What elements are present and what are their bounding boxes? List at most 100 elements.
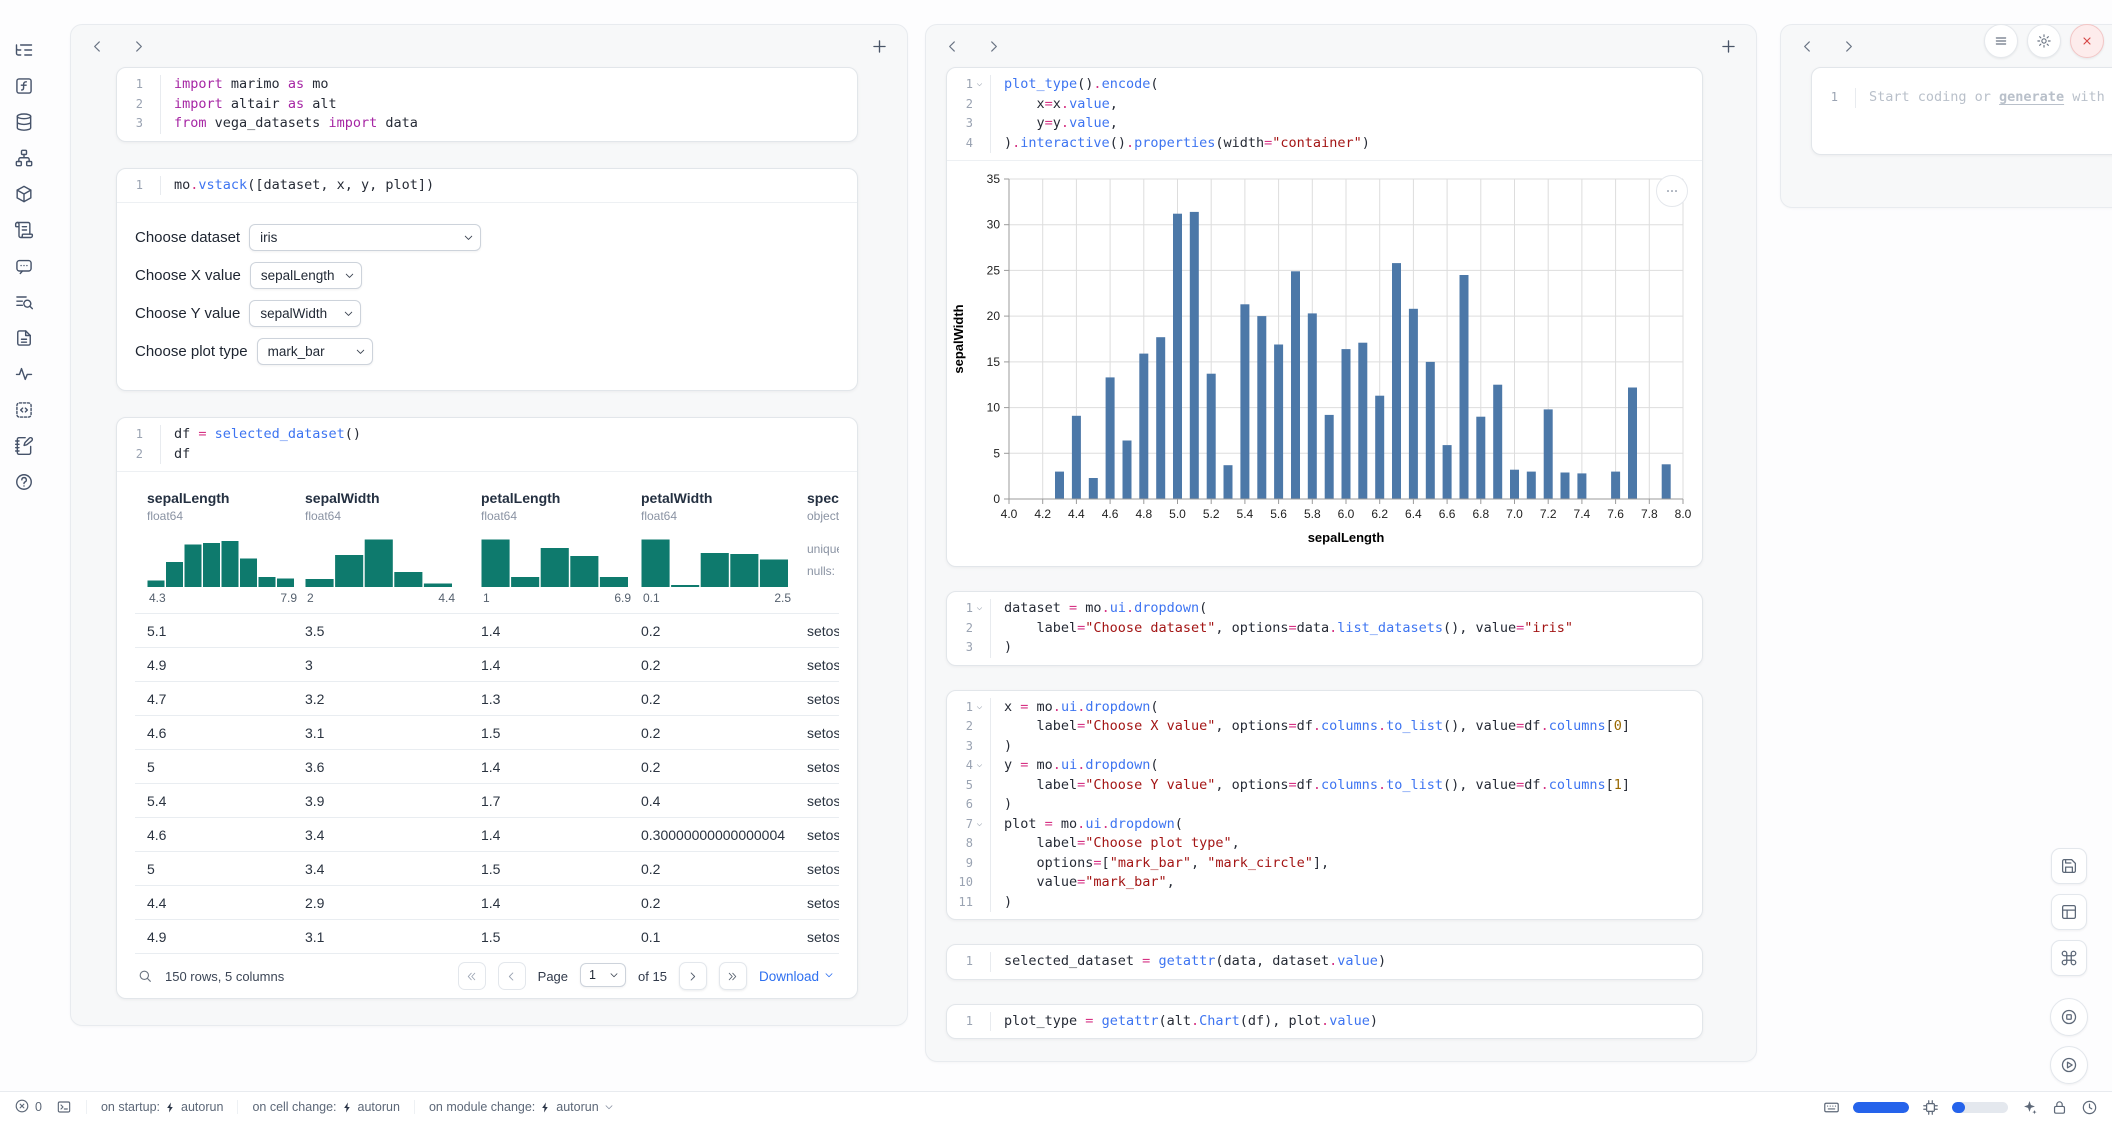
- sparkles-icon[interactable]: [2021, 1099, 2038, 1116]
- code-editor[interactable]: 1mo.vstack([dataset, x, y, plot]): [117, 169, 857, 203]
- chip-icon[interactable]: [1922, 1099, 1939, 1116]
- statusbar-left: 0 on startup:autorun on cell change:autoru…: [14, 1098, 615, 1117]
- keyboard-icon[interactable]: [1823, 1099, 1840, 1116]
- menu-button[interactable]: [1984, 24, 2018, 58]
- chart-options-button[interactable]: [1656, 175, 1688, 207]
- code-editor[interactable]: 1import marimo as mo2import altair as al…: [117, 68, 857, 141]
- page-label: Page: [538, 969, 568, 984]
- fold-toggle-icon[interactable]: [975, 80, 985, 90]
- scroll-left-icon[interactable]: [944, 38, 961, 55]
- code-token: ): [1004, 135, 1012, 151]
- choose-plot-type-select[interactable]: mark_bar: [257, 338, 373, 365]
- generate-with-ai-link[interactable]: generate: [1999, 89, 2064, 105]
- code-cell-plot[interactable]: 1plot_type().encode(2 x=x.value,3 y=y.va…: [946, 67, 1703, 567]
- svg-text:5.2: 5.2: [1203, 507, 1220, 521]
- scroll-text-icon[interactable]: [14, 220, 34, 240]
- function-square-icon[interactable]: [14, 76, 34, 96]
- shortcuts-button[interactable]: [2051, 940, 2087, 976]
- add-cell-button[interactable]: [870, 37, 889, 56]
- code-cell-df[interactable]: 1df = selected_dataset()2df sepalLengthfl…: [116, 417, 858, 999]
- next-page-button[interactable]: [679, 962, 707, 990]
- control-row: Choose datasetiris: [135, 224, 839, 251]
- terminal-icon[interactable]: [56, 1099, 72, 1115]
- clock-icon[interactable]: [2081, 1099, 2098, 1116]
- scratchpad-icon[interactable]: [14, 436, 34, 456]
- code-editor[interactable]: 1plot_type = getattr(alt.Chart(df), plot…: [947, 1005, 1702, 1039]
- fold-toggle-icon[interactable]: [975, 604, 985, 614]
- new-cell-editor[interactable]: 1Start coding or generate with AI.: [1811, 67, 2112, 155]
- table-row[interactable]: 5.13.51.40.2setosa: [135, 613, 839, 647]
- table-column-header[interactable]: speciesobjectunique:nulls:: [807, 490, 839, 605]
- code-cell-selected[interactable]: 1selected_dataset = getattr(data, datase…: [946, 944, 1703, 980]
- scroll-right-icon[interactable]: [1840, 38, 1857, 55]
- table-row[interactable]: 4.63.11.50.2setosa: [135, 715, 839, 749]
- runtime-config-segment[interactable]: on cell change:autorun: [237, 1100, 400, 1114]
- code-editor[interactable]: 1selected_dataset = getattr(data, datase…: [947, 945, 1702, 979]
- page-number-select[interactable]: 1: [580, 963, 626, 987]
- table-row[interactable]: 4.42.91.40.2setosa: [135, 885, 839, 919]
- code-line: 7plot = mo.ui.dropdown(: [947, 815, 1702, 835]
- table-column-header[interactable]: petalLengthfloat6416.9: [481, 490, 641, 605]
- code-editor[interactable]: 1df = selected_dataset()2df: [117, 418, 857, 471]
- table-row[interactable]: 4.93.11.50.1setosa: [135, 919, 839, 953]
- errors-indicator[interactable]: 0: [14, 1098, 42, 1117]
- code-block-icon[interactable]: [14, 400, 34, 420]
- scroll-left-icon[interactable]: [89, 38, 106, 55]
- fold-toggle-icon[interactable]: [975, 761, 985, 771]
- code-editor[interactable]: 1x = mo.ui.dropdown(2 label="Choose X va…: [947, 691, 1702, 920]
- code-cell-dataset[interactable]: 1dataset = mo.ui.dropdown(2 label="Choos…: [946, 591, 1703, 666]
- download-button[interactable]: Download: [759, 969, 835, 984]
- layout-button[interactable]: [2051, 894, 2087, 930]
- scroll-right-icon[interactable]: [130, 38, 147, 55]
- table-column-header[interactable]: petalWidthfloat640.12.5: [641, 490, 807, 605]
- table-cell: setosa: [807, 827, 839, 843]
- code-editor[interactable]: 1dataset = mo.ui.dropdown(2 label="Choos…: [947, 592, 1702, 665]
- run-all-button[interactable]: [2050, 1046, 2088, 1084]
- last-page-button[interactable]: [719, 962, 747, 990]
- line-number: 3: [117, 114, 161, 134]
- code-editor[interactable]: 1Start coding or generate with AI.: [1812, 68, 2112, 154]
- code-cell-vstack[interactable]: 1mo.vstack([dataset, x, y, plot]) Choose …: [116, 168, 858, 392]
- code-cell-xyplot[interactable]: 1x = mo.ui.dropdown(2 label="Choose X va…: [946, 690, 1703, 921]
- lock-icon[interactable]: [2051, 1099, 2068, 1116]
- table-row[interactable]: 5.43.91.70.4setosa: [135, 783, 839, 817]
- first-page-button[interactable]: [458, 962, 486, 990]
- save-button[interactable]: [2051, 848, 2087, 884]
- database-icon[interactable]: [14, 112, 34, 132]
- interrupt-button[interactable]: [2050, 998, 2088, 1036]
- code-editor[interactable]: 1plot_type().encode(2 x=x.value,3 y=y.va…: [947, 68, 1702, 160]
- fold-toggle-icon[interactable]: [975, 702, 985, 712]
- settings-button[interactable]: [2027, 24, 2061, 58]
- activity-icon[interactable]: [14, 364, 34, 384]
- runtime-config-segment[interactable]: on startup:autorun: [86, 1100, 223, 1114]
- scroll-left-icon[interactable]: [1799, 38, 1816, 55]
- runtime-config-segment[interactable]: on module change:autorun: [414, 1100, 615, 1114]
- choose-dataset-select[interactable]: iris: [249, 224, 481, 251]
- table-row[interactable]: 4.63.41.40.30000000000000004setosa: [135, 817, 839, 851]
- package-icon[interactable]: [14, 184, 34, 204]
- code-cell-imports[interactable]: 1import marimo as mo2import altair as al…: [116, 67, 858, 142]
- code-cell-plottype[interactable]: 1plot_type = getattr(alt.Chart(df), plot…: [946, 1004, 1703, 1040]
- help-icon[interactable]: [14, 472, 34, 492]
- logs-search-icon[interactable]: [14, 292, 34, 312]
- chat-bot-icon[interactable]: [14, 256, 34, 276]
- prev-page-button[interactable]: [498, 962, 526, 990]
- altair-bar-chart[interactable]: 4.04.24.44.64.85.05.25.45.65.86.06.26.46…: [949, 169, 1699, 553]
- table-row[interactable]: 53.61.40.2setosa: [135, 749, 839, 783]
- table-row[interactable]: 4.931.40.2setosa: [135, 647, 839, 681]
- file-tree-icon[interactable]: [14, 40, 34, 60]
- table-column-header[interactable]: sepalWidthfloat6424.4: [305, 490, 481, 605]
- code-token: .: [1313, 777, 1321, 793]
- snippets-icon[interactable]: [14, 328, 34, 348]
- choose-x-value-select[interactable]: sepalLength: [250, 262, 362, 289]
- scroll-right-icon[interactable]: [985, 38, 1002, 55]
- table-column-header[interactable]: sepalLengthfloat644.37.9: [147, 490, 305, 605]
- shutdown-button[interactable]: [2070, 24, 2104, 58]
- table-row[interactable]: 53.41.50.2setosa: [135, 851, 839, 885]
- table-row[interactable]: 4.73.21.30.2setosa: [135, 681, 839, 715]
- add-cell-button[interactable]: [1719, 37, 1738, 56]
- dependency-graph-icon[interactable]: [14, 148, 34, 168]
- search-icon[interactable]: [137, 968, 153, 984]
- choose-y-value-select[interactable]: sepalWidth: [249, 300, 361, 327]
- fold-toggle-icon[interactable]: [975, 819, 985, 829]
